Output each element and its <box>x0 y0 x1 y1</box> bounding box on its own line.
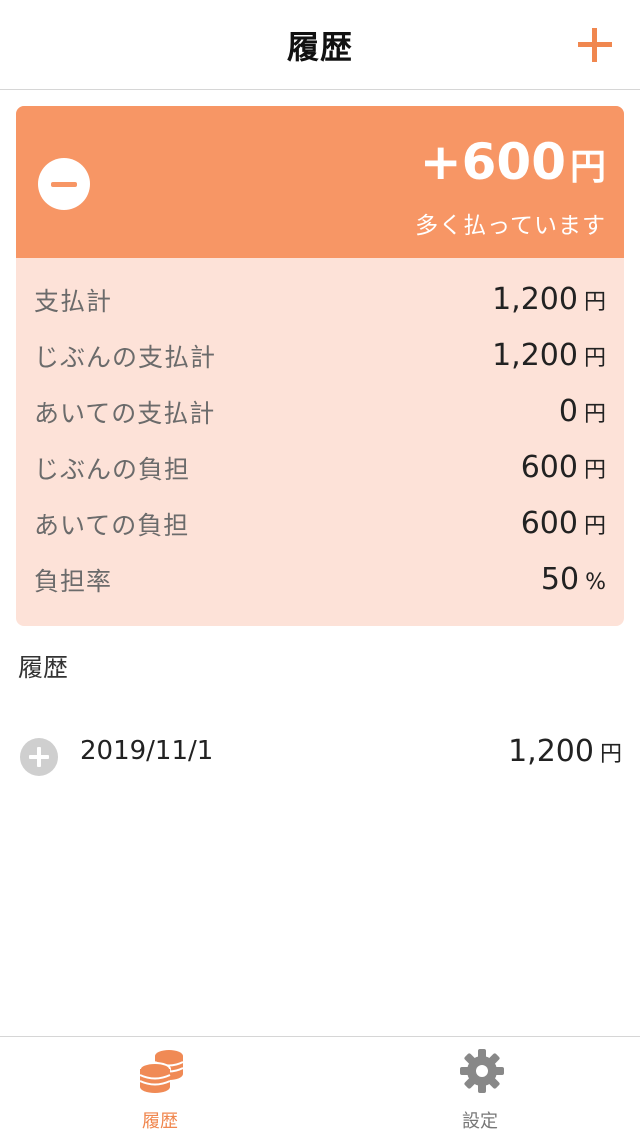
summary-value: 50% <box>541 562 606 597</box>
summary-unit: % <box>585 570 606 595</box>
summary-unit: 円 <box>583 290 606 315</box>
app-screen: 履歴 +600 円 多く払っています 支払計 1,200 円 じぶんの支払計 1… <box>0 0 640 1136</box>
summary-row-partner-paid: あいての支払計 0円 <box>34 392 606 448</box>
summary-value: 0円 <box>559 394 606 429</box>
summary-amount: 0 <box>558 394 578 429</box>
summary-label: あいての支払計 <box>34 399 216 428</box>
summary-label: 支払計 <box>34 287 113 316</box>
balance-status: 多く払っています <box>415 213 606 239</box>
balance-summary: +600 円 多く払っています <box>16 106 624 258</box>
history-amount-unit: 円 <box>599 742 622 767</box>
summary-label: 負担率 <box>34 567 113 596</box>
gear-icon <box>460 1049 504 1093</box>
summary-value: 1,200 円 <box>492 282 606 317</box>
summary-unit: 円 <box>583 514 606 539</box>
summary-unit: 円 <box>583 402 606 427</box>
summary-row-my-share: じぶんの負担 600 円 <box>34 448 606 504</box>
summary-amount: 1,200 <box>492 338 578 373</box>
balance-amount: +600 円 <box>420 132 606 198</box>
add-button[interactable] <box>572 22 618 68</box>
summary-amount: 600 <box>520 506 578 541</box>
summary-unit: 円 <box>583 346 606 371</box>
summary-value: 1,200 円 <box>492 338 606 373</box>
summary-list: 支払計 1,200 円 じぶんの支払計 1,200 円 あいての支払計 0円 じぶん… <box>16 258 624 616</box>
summary-row-share-rate: 負担率 50% <box>34 560 606 616</box>
summary-label: あいての負担 <box>34 511 190 540</box>
minus-icon <box>51 182 77 187</box>
history-amount-value: 1,200 <box>508 734 594 769</box>
tab-settings-label: 設定 <box>462 1111 498 1132</box>
balance-card: +600 円 多く払っています 支払計 1,200 円 じぶんの支払計 1,200 円… <box>16 106 624 626</box>
summary-row-total-paid: 支払計 1,200 円 <box>34 280 606 336</box>
minus-button[interactable] <box>38 158 90 210</box>
summary-amount: 50 <box>540 562 580 597</box>
balance-unit: 円 <box>569 147 606 188</box>
summary-amount: 1,200 <box>492 282 578 317</box>
tab-history[interactable]: 履歴 <box>0 1037 320 1136</box>
history-date: 2019/11/1 <box>80 736 214 766</box>
bottom-tab-bar: 履歴 設定 <box>0 1036 640 1136</box>
summary-value: 600 円 <box>521 450 606 485</box>
plus-icon <box>578 28 612 62</box>
history-section-title: 履歴 <box>18 653 69 682</box>
tab-history-label: 履歴 <box>142 1111 178 1132</box>
page-title: 履歴 <box>286 28 353 66</box>
coins-icon <box>139 1050 184 1093</box>
summary-unit: 円 <box>583 458 606 483</box>
summary-amount: 600 <box>520 450 578 485</box>
summary-label: じぶんの支払計 <box>34 343 217 372</box>
history-amount: 1,200 円 <box>508 734 622 769</box>
history-list-item[interactable]: 2019/11/1 1,200 円 <box>0 726 640 786</box>
summary-value: 600 円 <box>521 506 606 541</box>
summary-row-partner-share: あいての負担 600 円 <box>34 504 606 560</box>
summary-row-my-paid: じぶんの支払計 1,200 円 <box>34 336 606 392</box>
plus-circle-icon[interactable] <box>20 738 58 776</box>
tab-settings[interactable]: 設定 <box>320 1037 640 1136</box>
navigation-header: 履歴 <box>0 0 640 90</box>
summary-label: じぶんの負担 <box>34 455 191 484</box>
balance-value: +600 <box>419 133 566 191</box>
